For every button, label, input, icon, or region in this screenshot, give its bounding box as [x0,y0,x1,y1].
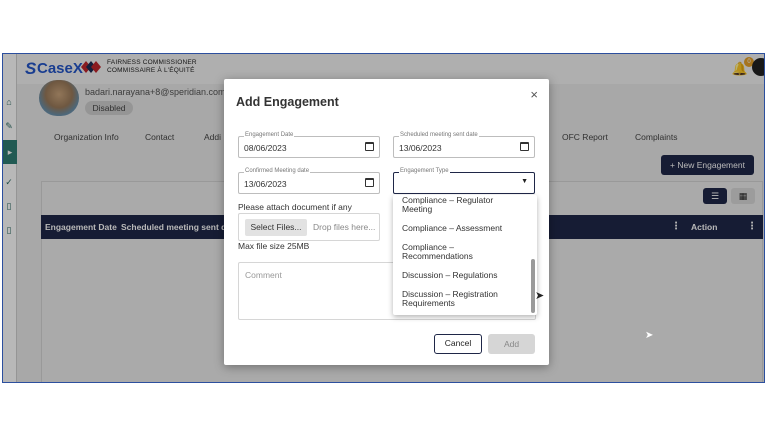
dropdown-option[interactable]: Compliance – Regulator Meeting [402,196,520,214]
dropdown-option[interactable]: Compliance – Recommendations [402,243,520,261]
dialog-title: Add Engagement [236,95,339,109]
dropdown-scrollbar[interactable] [531,259,535,313]
scheduled-date-field[interactable]: Scheduled meeting sent date 13/06/2023 [393,132,535,158]
dropdown-option[interactable]: Compliance – Assessment [402,224,520,233]
dropdown-option[interactable]: Discussion – Regulations [402,271,520,280]
engagement-type-select[interactable]: Engagement Type ▼ [393,168,535,194]
comment-placeholder: Comment [245,270,282,280]
drop-hint: Drop files here... [313,222,376,232]
engagement-date-field[interactable]: Engagement Date 08/06/2023 [238,132,380,158]
engagement-type-dropdown: Compliance – Regulator Meeting Complianc… [393,195,537,315]
scheduled-date-value: 13/06/2023 [399,143,442,153]
confirmed-date-value: 13/06/2023 [244,179,287,189]
caret-down-icon[interactable]: ▼ [521,178,528,185]
attach-label: Please attach document if any [238,202,352,212]
confirmed-date-field[interactable]: Confirmed Meeting date 13/06/2023 [238,168,380,194]
mouse-pointer-icon: ➤ [535,290,545,302]
confirmed-date-label: Confirmed Meeting date [244,168,311,174]
engagement-date-value: 08/06/2023 [244,143,287,153]
mouse-pointer-icon: ➤ [645,330,654,341]
select-files-button[interactable]: Select Files... [245,219,307,236]
calendar-icon[interactable] [365,178,374,187]
calendar-icon[interactable] [520,142,529,151]
close-icon[interactable]: × [530,87,538,102]
engagement-type-label: Engagement Type [399,168,450,174]
calendar-icon[interactable] [365,142,374,151]
scheduled-date-label: Scheduled meeting sent date [399,132,479,138]
add-button[interactable]: Add [488,334,535,354]
engagement-date-label: Engagement Date [244,132,295,138]
file-dropzone[interactable]: Select Files... Drop files here... [238,213,380,241]
dropdown-option[interactable]: Discussion – Registration Requirements [402,290,520,308]
max-file-size: Max file size 25MB [238,241,310,251]
cancel-button[interactable]: Cancel [434,334,482,354]
